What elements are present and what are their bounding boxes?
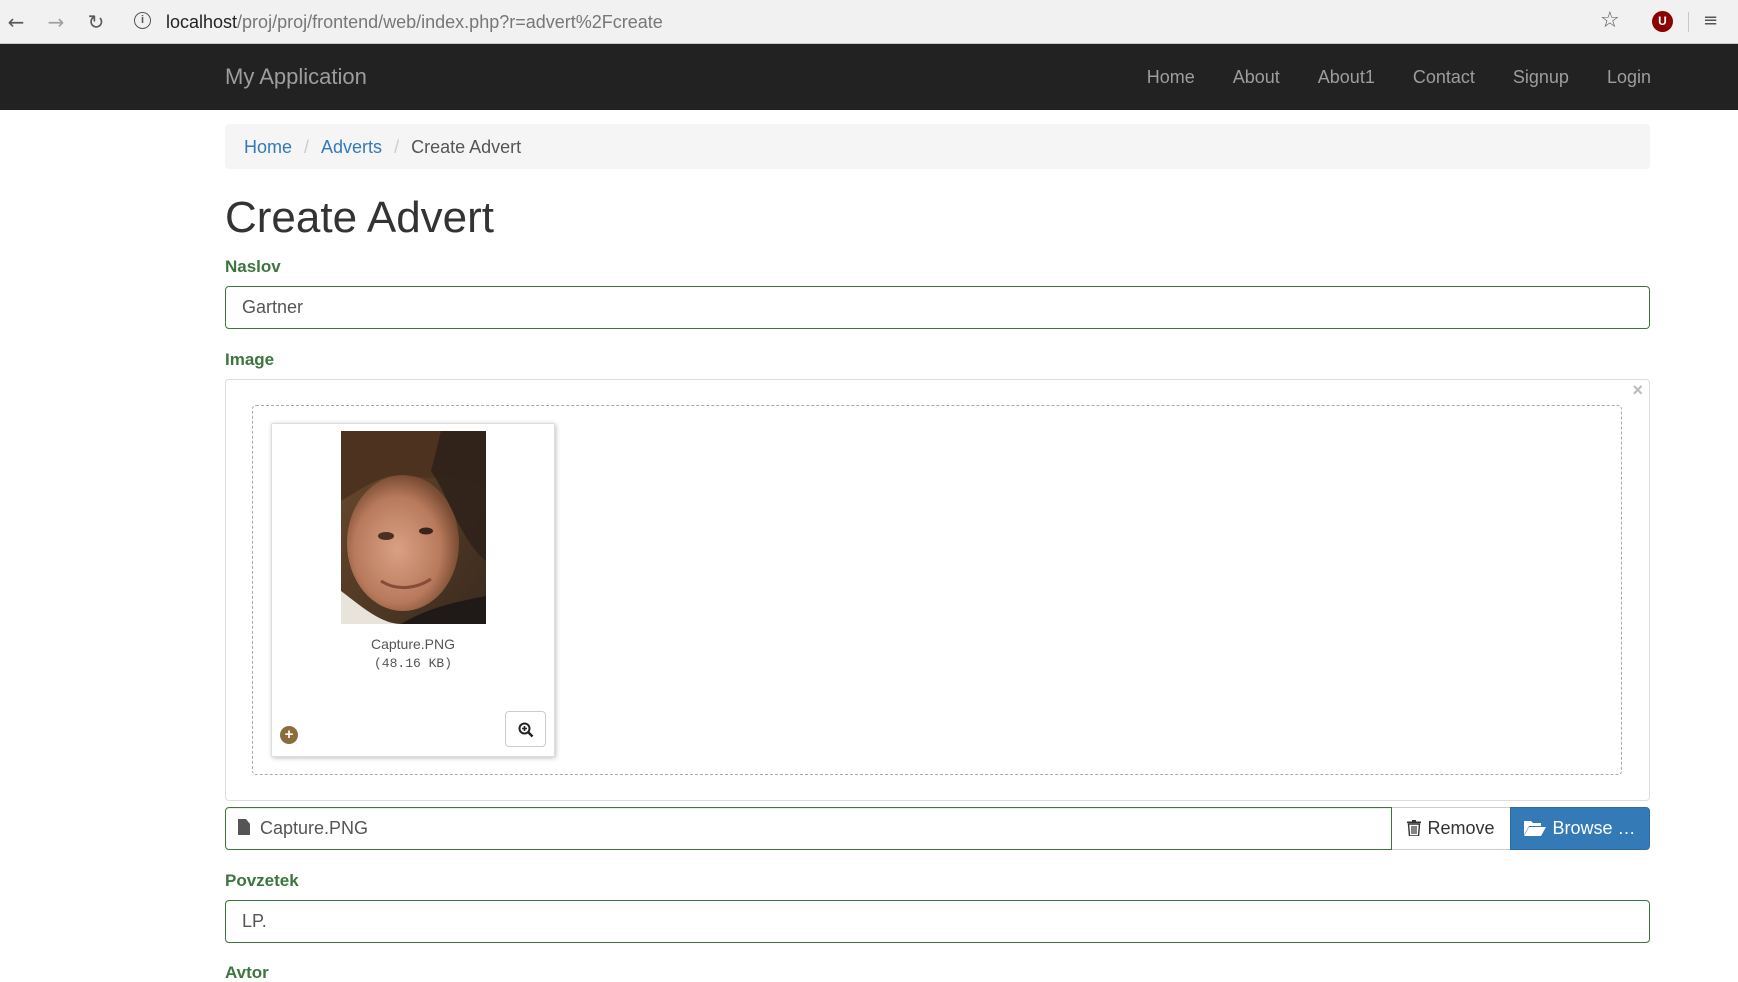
toolbar-divider <box>1688 12 1689 32</box>
folder-open-icon <box>1524 821 1547 836</box>
back-arrow-icon[interactable]: ← <box>4 10 28 34</box>
avtor-label: Avtor <box>225 963 269 982</box>
breadcrumb-separator: / <box>304 137 310 157</box>
povzetek-label: Povzetek <box>225 871 299 890</box>
forward-arrow-icon[interactable]: → <box>44 10 68 34</box>
povzetek-input[interactable]: LP. <box>225 900 1650 943</box>
file-icon <box>238 819 250 835</box>
address-bar[interactable]: localhost/proj/proj/frontend/web/index.p… <box>166 10 663 34</box>
nav-link-home[interactable]: Home <box>1147 66 1195 88</box>
zoom-in-icon <box>518 722 534 738</box>
nav-link-about1[interactable]: About1 <box>1318 66 1375 88</box>
upload-status-plus-icon: + <box>280 726 298 744</box>
file-preview-panel: × Capture.PNG (48.16 KB) + <box>225 379 1650 801</box>
naslov-label: Naslov <box>225 257 281 276</box>
remove-button[interactable]: Remove <box>1392 807 1511 850</box>
navbar: My Application Home About About1 Contact… <box>0 44 1738 110</box>
url-host: localhost <box>166 12 238 32</box>
reload-icon[interactable]: ↻ <box>84 10 108 34</box>
breadcrumb-separator: / <box>394 137 400 157</box>
image-label: Image <box>225 350 275 369</box>
browse-button[interactable]: Browse … <box>1510 807 1650 850</box>
remove-button-label: Remove <box>1427 818 1495 838</box>
trash-icon <box>1407 820 1422 836</box>
file-caption[interactable]: Capture.PNG <box>225 807 1392 850</box>
preview-image <box>341 431 486 624</box>
page-title: Create Advert <box>225 193 495 242</box>
navbar-brand[interactable]: My Application <box>225 63 367 91</box>
reading-list-icon[interactable]: ≡ <box>1703 10 1718 31</box>
preview-file-name: Capture.PNG <box>370 636 456 652</box>
breadcrumb-active: Create Advert <box>411 137 522 157</box>
preview-file-size: (48.16 KB) <box>373 656 452 671</box>
site-info-icon[interactable]: i <box>134 12 151 29</box>
bookmark-star-icon[interactable]: ☆ <box>1600 8 1620 33</box>
nav-link-contact[interactable]: Contact <box>1413 66 1475 88</box>
url-path: /proj/proj/frontend/web/index.php?r=adve… <box>237 12 663 32</box>
browse-button-label: Browse … <box>1552 818 1636 838</box>
breadcrumb: Home / Adverts / Create Advert <box>225 124 1650 169</box>
navbar-links: Home About About1 Contact Signup Login <box>1109 66 1651 88</box>
zoom-button[interactable] <box>505 711 546 747</box>
breadcrumb-adverts[interactable]: Adverts <box>321 137 382 157</box>
nav-link-signup[interactable]: Signup <box>1513 66 1569 88</box>
breadcrumb-home[interactable]: Home <box>244 137 292 157</box>
file-caption-text: Capture.PNG <box>260 818 369 838</box>
extension-icon[interactable]: U <box>1652 11 1673 32</box>
naslov-input[interactable]: Gartner <box>225 286 1650 329</box>
file-thumbnail: Capture.PNG (48.16 KB) + <box>271 423 555 757</box>
file-drop-zone[interactable]: Capture.PNG (48.16 KB) + <box>252 405 1622 775</box>
nav-link-about[interactable]: About <box>1233 66 1280 88</box>
nav-link-login[interactable]: Login <box>1607 66 1651 88</box>
close-preview-icon[interactable]: × <box>1632 380 1643 401</box>
browser-toolbar: ← → ↻ i localhost/proj/proj/frontend/web… <box>0 0 1738 44</box>
